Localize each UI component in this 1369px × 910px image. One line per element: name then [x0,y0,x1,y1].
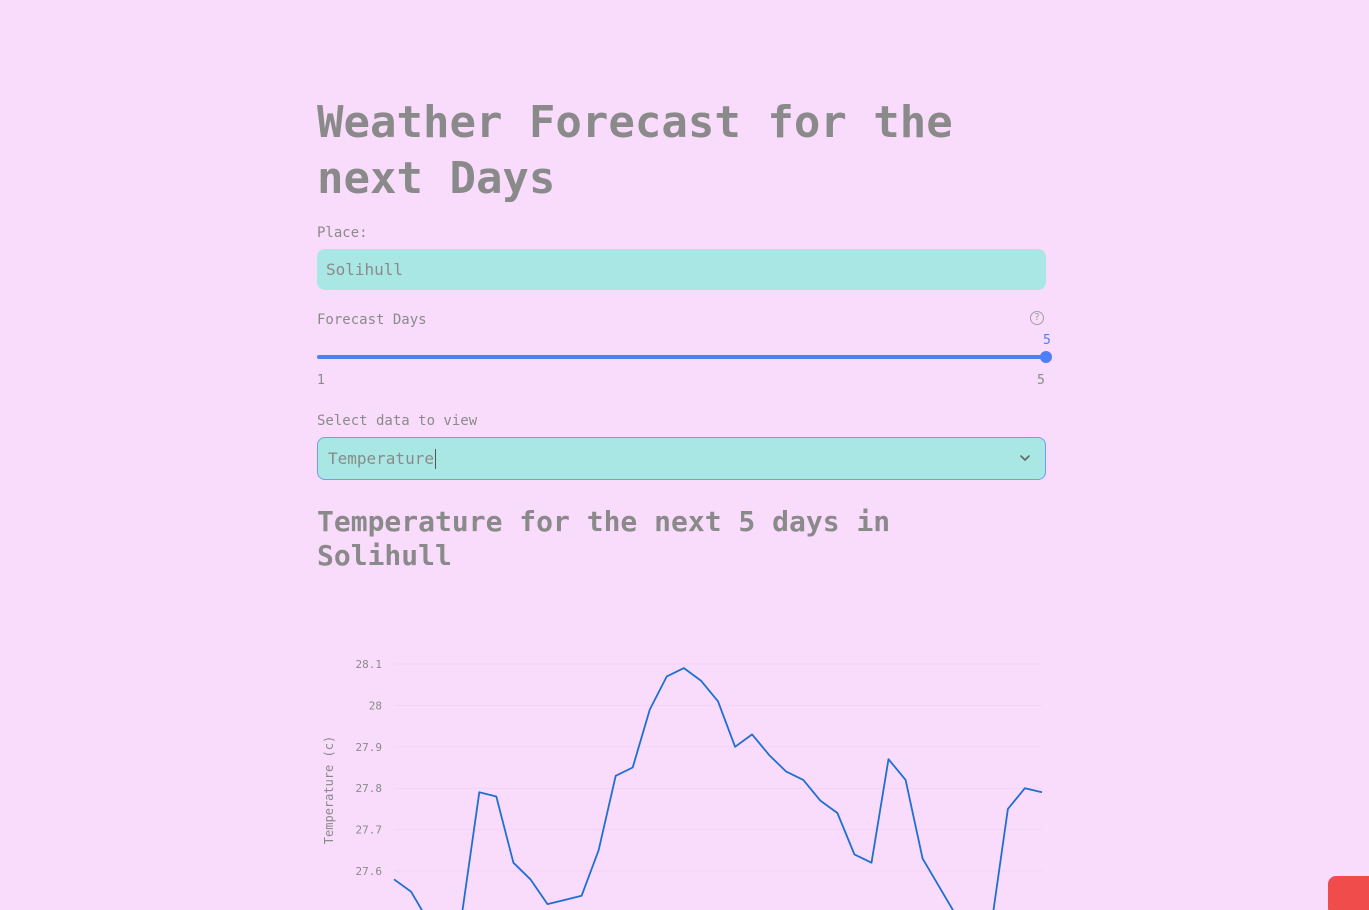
data-select[interactable]: Temperature [317,437,1046,480]
temperature-chart: 27.6 27.7 27.8 27.9 28 28.1 Temperature (c) [300,600,1060,910]
chart-y-ticks: 27.6 27.7 27.8 27.9 28 28.1 [356,658,383,878]
app-badge[interactable] [1328,876,1369,910]
chart-y-tick-label: 28 [369,699,382,712]
chart-y-tick-label: 28.1 [356,658,383,671]
page: Weather Forecast for the next Days Place… [0,0,1369,910]
select-data-label: Select data to view [317,413,478,429]
data-select-value: Temperature [328,449,436,469]
forecast-days-slider-track[interactable] [317,355,1046,359]
question-circle-icon[interactable]: ? [1030,311,1044,325]
chart-series-line [393,667,1043,910]
forecast-days-label: Forecast Days [317,312,427,328]
chart-y-axis-label: Temperature (c) [322,736,336,844]
chart-y-tick-label: 27.8 [356,782,383,795]
forecast-days-slider-thumb[interactable] [1040,351,1052,363]
place-input[interactable] [317,249,1046,290]
page-title: Weather Forecast for the next Days [317,97,953,204]
chart-heading: Temperature for the next 5 days in Solih… [317,505,891,572]
chart-y-tick-label: 27.6 [356,865,383,878]
chart-y-tick-label: 27.9 [356,741,383,754]
chart-grid [394,663,1042,872]
slider-min-label: 1 [317,373,325,388]
chevron-down-icon [1020,455,1030,461]
chart-svg: 27.6 27.7 27.8 27.9 28 28.1 Temperature (c) [322,658,1043,910]
slider-current-value: 5 [1043,333,1051,348]
slider-max-label: 5 [1037,373,1045,388]
chart-y-tick-label: 27.7 [356,824,383,837]
place-label: Place: [317,225,368,241]
